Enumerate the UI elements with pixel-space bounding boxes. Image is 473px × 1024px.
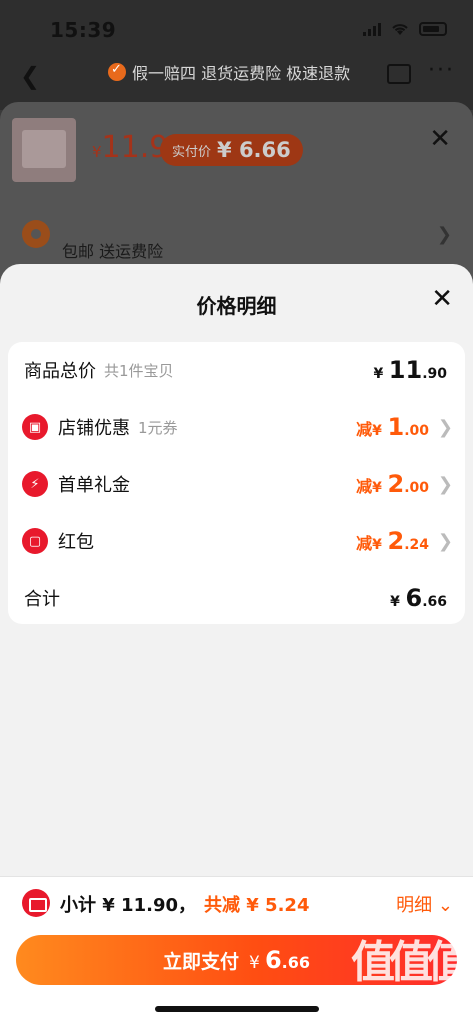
red-envelope-icon: ▢ [22,528,48,554]
price-detail-card: 商品总价 共1件宝贝 ¥ 11.90 ▣ 店铺优惠 1元券 减¥ 1.00 ❯ … [8,342,465,624]
cart-icon[interactable] [387,64,411,84]
row-label: 红包 [58,532,94,553]
detail-toggle[interactable]: 明细 ⌄ [396,891,453,917]
chevron-right-icon: ❯ [437,530,453,552]
shipping-text: 包邮 送运费险 [62,242,164,261]
row-red-envelope[interactable]: ▢ 红包 减¥ 2.24 ❯ [8,521,465,561]
more-icon[interactable]: ··· [428,58,455,83]
actual-price-badge: 实付价 ¥ 6.66 [160,134,303,166]
sheet-title: 价格明细 [196,294,277,318]
shipping-row[interactable]: 包邮 送运费险 ❯ [22,218,452,261]
chevron-right-icon: ❯ [436,224,452,245]
status-icons [363,22,447,36]
row-total: 商品总价 共1件宝贝 ¥ 11.90 [8,350,465,390]
summary-text: 小计 ¥ 11.90， 共减 ¥ 5.24 [60,891,309,917]
signal-icon [363,22,381,36]
status-bar: 15:39 [0,0,473,50]
row-amount: ¥ 6.66 [390,584,447,612]
wifi-icon [392,24,408,35]
chevron-right-icon: ❯ [437,416,453,438]
row-shop-discount[interactable]: ▣ 店铺优惠 1元券 减¥ 1.00 ❯ [8,407,465,447]
shield-check-icon [108,62,126,81]
row-discount: 减¥ 2.00 [356,470,429,498]
back-icon[interactable]: ❮ [20,62,40,90]
pay-label: 立即支付 [163,950,240,973]
close-icon[interactable]: ✕ [431,284,453,314]
subtotal-text: 小计 ¥ 11.90， [60,895,196,916]
reduce-text: 共减 ¥ 5.24 [204,895,310,916]
row-label: 首单礼金 [58,475,130,496]
home-indicator[interactable] [155,1006,319,1012]
watermark-logo: 值值值 [351,937,471,988]
row-discount: 减¥ 2.24 [356,527,429,555]
product-price: ¥11.9 [92,130,169,165]
status-time: 15:39 [50,18,117,42]
row-amount: ¥ 11.90 [373,356,447,384]
guarantee-banner: 假一赔四 退货运费险 极速退款 [108,60,350,84]
row-first-order-gift[interactable]: ⚡ 首单礼金 减¥ 2.00 ❯ [8,464,465,504]
row-label: 商品总价 [24,361,96,382]
sku-close-icon[interactable]: ✕ [429,124,451,154]
guarantee-text: 假一赔四 退货运费险 极速退款 [132,64,351,83]
lightning-icon: ⚡ [22,471,48,497]
battery-icon [419,22,447,36]
watermark-url: zhizhizhi.com [377,988,465,1003]
watermark: 值值值 zhizhizhi.com [351,937,471,1004]
row-sub: 共1件宝贝 [104,361,174,380]
product-nav-bar: ❮ 假一赔四 退货运费险 极速退款 ··· [0,52,473,96]
chevron-right-icon: ❯ [437,473,453,495]
row-sub: 1元券 [138,418,178,437]
detail-label: 明细 [396,895,433,916]
row-discount: 减¥ 1.00 [356,413,429,441]
shop-icon: ▣ [22,414,48,440]
row-grand-total: 合计 ¥ 6.66 [8,578,465,618]
location-icon [22,220,50,248]
pay-amount: ¥ 6.66 [249,946,310,974]
coupon-icon [22,889,50,917]
product-thumbnail [12,118,76,182]
row-label: 合计 [24,589,60,610]
row-label: 店铺优惠 [58,418,130,439]
chevron-down-icon: ⌄ [437,895,453,916]
